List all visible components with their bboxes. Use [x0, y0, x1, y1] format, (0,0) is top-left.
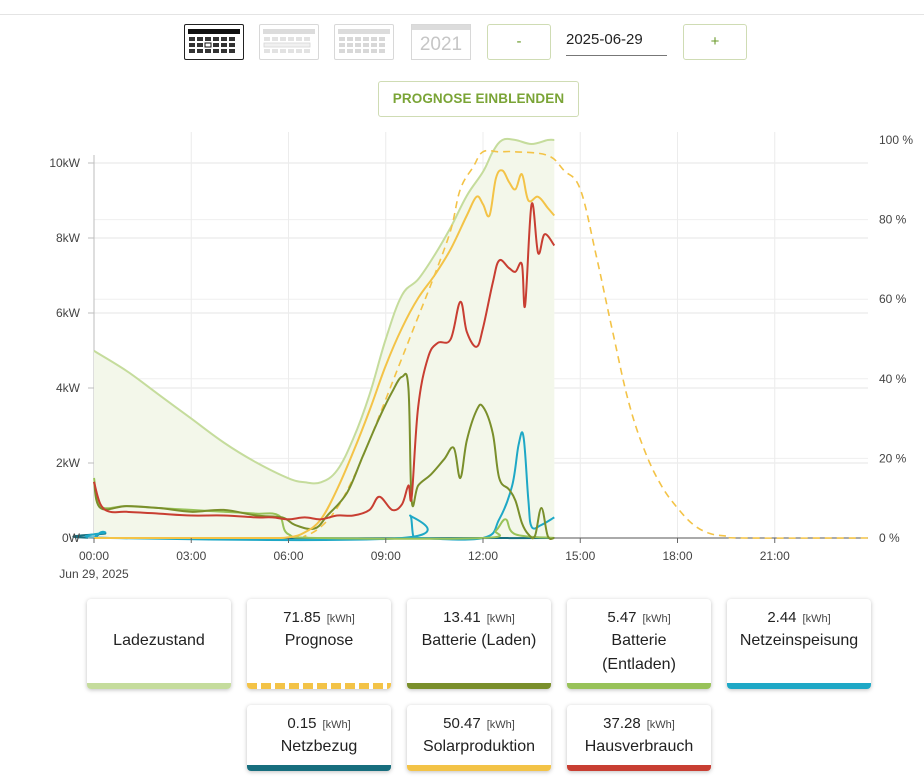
x-tick-label: 06:00	[273, 549, 303, 563]
card-value: 5.47	[607, 609, 637, 626]
card-label: Batterie (Entladen)	[602, 632, 676, 673]
next-day-button[interactable]: +	[683, 24, 747, 60]
card-color-stripe	[567, 683, 711, 689]
card-label: Hausverbrauch	[584, 738, 694, 755]
top-divider	[0, 14, 924, 15]
card-color-stripe	[407, 683, 551, 689]
y-left-tick-label: 0W	[62, 531, 81, 545]
calendar-year-icon-bar	[412, 25, 470, 30]
card-unit: [kWh]	[486, 719, 515, 731]
previous-day-button[interactable]: -	[487, 24, 551, 60]
y-left-tick-label: 8kW	[56, 231, 81, 245]
card-unit: [kWh]	[642, 613, 671, 625]
y-left-tick-label: 10kW	[49, 156, 80, 170]
y-left-tick-label: 6kW	[56, 306, 81, 320]
card-value: 50.47	[443, 715, 481, 732]
y-left-tick-label: 4kW	[56, 381, 81, 395]
card-color-stripe	[247, 765, 391, 771]
card-value: 13.41	[443, 609, 481, 626]
card-label: Ladezustand	[113, 632, 205, 649]
year-label: 2021	[419, 34, 463, 55]
card-color-stripe	[247, 683, 391, 689]
card-label: Solarproduktion	[422, 738, 536, 755]
card-unit: [kWh]	[486, 613, 515, 625]
card-value-row: 0.15 [kWh]	[247, 715, 391, 732]
date-input[interactable]: 2025-06-29	[566, 30, 667, 56]
y-right-tick-label: 40 %	[879, 372, 907, 386]
card-color-stripe	[567, 765, 711, 771]
card-label: Batterie (Laden)	[421, 632, 537, 649]
month-view-button[interactable]	[334, 24, 394, 60]
card-color-stripe	[407, 765, 551, 771]
x-tick-label: 00:00	[79, 549, 109, 563]
card-value-row: 50.47 [kWh]	[407, 715, 551, 732]
card-netzbezug[interactable]: 0.15 [kWh] Netzbezug	[247, 705, 391, 771]
y-right-tick-label: 80 %	[879, 213, 907, 227]
y-right-tick-label: 100 %	[879, 133, 913, 147]
y-right-tick-label: 20 %	[879, 451, 907, 465]
card-unit: [kWh]	[646, 719, 675, 731]
x-tick-label: 21:00	[760, 549, 790, 563]
calendar-day-icon	[188, 29, 240, 53]
card-value: 37.28	[603, 715, 641, 732]
x-tick-label: 03:00	[176, 549, 206, 563]
year-view-button[interactable]: 2021	[411, 24, 471, 60]
x-tick-label: 12:00	[468, 549, 498, 563]
x-tick-label: 09:00	[371, 549, 401, 563]
card-color-stripe	[727, 683, 871, 689]
card-batterie-laden[interactable]: 13.41 [kWh] Batterie (Laden)	[407, 599, 551, 689]
card-label: Netzeinspeisung	[739, 632, 859, 649]
card-prognose[interactable]: 71.85 [kWh] Prognose	[247, 599, 391, 689]
card-label: Prognose	[284, 632, 354, 649]
card-ladezustand[interactable]: Ladezustand	[87, 599, 231, 689]
day-view-button[interactable]	[184, 24, 244, 60]
show-forecast-button[interactable]: PROGNOSE EINBLENDEN	[378, 81, 579, 117]
series-area-ladezustand	[94, 138, 555, 539]
card-value-row: 2.44 [kWh]	[727, 609, 871, 626]
card-value-row: 37.28 [kWh]	[567, 715, 711, 732]
x-date-label: Jun 29, 2025	[59, 567, 129, 581]
card-batterie-entladen[interactable]: 5.47 [kWh] Batterie (Entladen)	[567, 599, 711, 689]
calendar-week-icon	[263, 29, 315, 53]
calendar-month-icon	[338, 29, 390, 53]
card-unit: [kWh]	[326, 613, 355, 625]
card-hausverbrauch[interactable]: 37.28 [kWh] Hausverbrauch	[567, 705, 711, 771]
card-unit: [kWh]	[322, 719, 351, 731]
x-tick-label: 15:00	[565, 549, 595, 563]
energy-chart: 0W 2kW 4kW 6kW 8kW 10kW 0 % 20 % 40 % 60 % 80 % 100…	[49, 132, 913, 581]
y-right-tick-label: 0 %	[879, 531, 900, 545]
card-color-stripe	[87, 683, 231, 689]
card-value-row: 71.85 [kWh]	[247, 609, 391, 626]
x-tick-label: 18:00	[662, 549, 692, 563]
card-value: 2.44	[767, 609, 797, 626]
card-value-row: 13.41 [kWh]	[407, 609, 551, 626]
y-right-tick-label: 60 %	[879, 292, 907, 306]
card-netzeinspeisung[interactable]: 2.44 [kWh] Netzeinspeisung	[727, 599, 871, 689]
card-label: Netzbezug	[280, 738, 358, 755]
card-value-row: 5.47 [kWh]	[567, 609, 711, 626]
card-value: 71.85	[283, 609, 321, 626]
card-unit: [kWh]	[802, 613, 831, 625]
card-solarproduktion[interactable]: 50.47 [kWh] Solarproduktion	[407, 705, 551, 771]
week-view-button[interactable]	[259, 24, 319, 60]
card-value: 0.15	[287, 715, 317, 732]
y-left-tick-label: 2kW	[56, 456, 81, 470]
